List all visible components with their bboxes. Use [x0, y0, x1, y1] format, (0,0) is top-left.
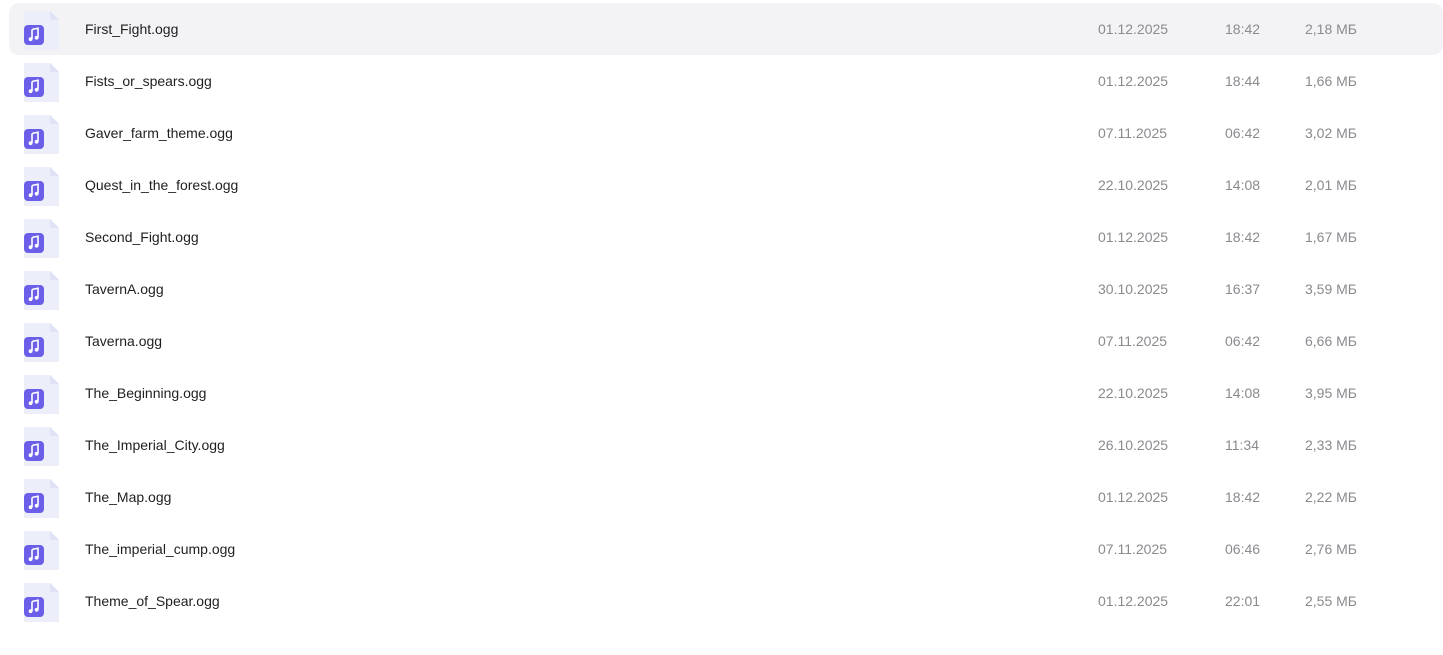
file-time: 18:42 — [1225, 229, 1261, 245]
file-time: 06:42 — [1225, 125, 1261, 141]
file-name: Second_Fight.ogg — [85, 229, 199, 245]
file-time: 11:34 — [1225, 437, 1259, 453]
audio-file-icon — [24, 426, 60, 466]
audio-file-icon — [24, 322, 60, 362]
file-name: TavernA.ogg — [85, 281, 164, 297]
file-time: 18:44 — [1225, 73, 1261, 89]
file-size: 3,59 МБ — [1305, 281, 1357, 297]
file-row[interactable]: First_Fight.ogg 01.12.2025 18:42 2,18 МБ — [9, 3, 1443, 55]
file-row[interactable]: Taverna.ogg 07.11.2025 06:42 6,66 МБ — [9, 315, 1443, 367]
file-time: 14:08 — [1225, 177, 1261, 193]
file-name: Fists_or_spears.ogg — [85, 73, 212, 89]
audio-file-icon — [24, 218, 60, 258]
file-date: 26.10.2025 — [1098, 437, 1169, 453]
file-time: 06:46 — [1225, 541, 1261, 557]
audio-file-icon — [24, 530, 60, 570]
file-row[interactable]: Quest_in_the_forest.ogg 22.10.2025 14:08… — [9, 159, 1443, 211]
file-date: 01.12.2025 — [1098, 489, 1169, 505]
audio-file-icon — [24, 374, 60, 414]
file-date: 30.10.2025 — [1098, 281, 1169, 297]
file-date: 01.12.2025 — [1098, 73, 1169, 89]
file-name: Theme_of_Spear.ogg — [85, 593, 220, 609]
file-name: The_imperial_cump.ogg — [85, 541, 236, 557]
file-name: Taverna.ogg — [85, 333, 163, 349]
file-row[interactable]: Fists_or_spears.ogg 01.12.2025 18:44 1,6… — [9, 55, 1443, 107]
file-date: 22.10.2025 — [1098, 177, 1169, 193]
file-row[interactable]: The_imperial_cump.ogg 07.11.2025 06:46 2… — [9, 523, 1443, 575]
file-size: 3,95 МБ — [1305, 385, 1357, 401]
file-name: Quest_in_the_forest.ogg — [85, 177, 239, 193]
file-size: 2,55 МБ — [1305, 593, 1357, 609]
file-time: 18:42 — [1225, 21, 1261, 37]
file-time: 14:08 — [1225, 385, 1261, 401]
file-date: 22.10.2025 — [1098, 385, 1169, 401]
file-size: 1,66 МБ — [1305, 73, 1357, 89]
file-size: 2,01 МБ — [1305, 177, 1357, 193]
file-row[interactable]: Second_Fight.ogg 01.12.2025 18:42 1,67 М… — [9, 211, 1443, 263]
audio-file-icon — [24, 582, 60, 622]
file-time: 22:01 — [1225, 593, 1261, 609]
audio-file-icon — [24, 166, 60, 206]
file-row[interactable]: The_Map.ogg 01.12.2025 18:42 2,22 МБ — [9, 471, 1443, 523]
file-date: 07.11.2025 — [1098, 541, 1168, 557]
file-date: 01.12.2025 — [1098, 593, 1169, 609]
audio-file-icon — [24, 270, 60, 310]
file-time: 06:42 — [1225, 333, 1261, 349]
audio-file-icon — [24, 478, 60, 518]
file-time: 18:42 — [1225, 489, 1261, 505]
file-row[interactable]: TavernA.ogg 30.10.2025 16:37 3,59 МБ — [9, 263, 1443, 315]
file-row[interactable]: Gaver_farm_theme.ogg 07.11.2025 06:42 3,… — [9, 107, 1443, 159]
file-date: 07.11.2025 — [1098, 125, 1168, 141]
file-name: The_Imperial_City.ogg — [85, 437, 225, 453]
audio-file-icon — [24, 10, 60, 50]
audio-file-icon — [24, 62, 60, 102]
file-date: 01.12.2025 — [1098, 21, 1169, 37]
file-size: 1,67 МБ — [1305, 229, 1357, 245]
file-size: 2,18 МБ — [1305, 21, 1357, 37]
file-time: 16:37 — [1225, 281, 1261, 297]
audio-file-icon — [24, 114, 60, 154]
file-size: 2,33 МБ — [1305, 437, 1357, 453]
file-date: 01.12.2025 — [1098, 229, 1169, 245]
file-row[interactable]: The_Beginning.ogg 22.10.2025 14:08 3,95 … — [9, 367, 1443, 419]
file-size: 2,22 МБ — [1305, 489, 1357, 505]
file-name: First_Fight.ogg — [85, 21, 179, 37]
file-row[interactable]: The_Imperial_City.ogg 26.10.2025 11:34 2… — [9, 419, 1443, 471]
file-name: Gaver_farm_theme.ogg — [85, 125, 233, 141]
file-name: The_Map.ogg — [85, 489, 172, 505]
file-size: 3,02 МБ — [1305, 125, 1357, 141]
file-list: First_Fight.ogg 01.12.2025 18:42 2,18 МБ… — [9, 3, 1443, 627]
file-date: 07.11.2025 — [1098, 333, 1168, 349]
file-row[interactable]: Theme_of_Spear.ogg 01.12.2025 22:01 2,55… — [9, 575, 1443, 627]
file-name: The_Beginning.ogg — [85, 385, 207, 401]
file-size: 2,76 МБ — [1305, 541, 1357, 557]
file-size: 6,66 МБ — [1305, 333, 1357, 349]
